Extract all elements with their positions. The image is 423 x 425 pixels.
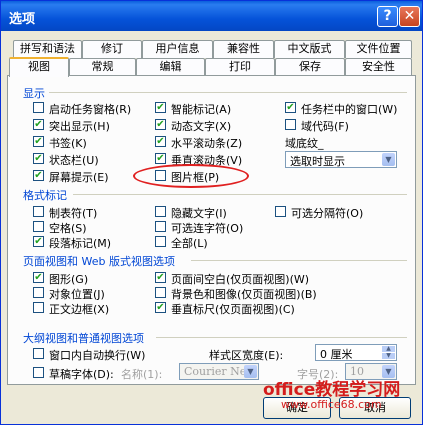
help-icon: ? (383, 8, 392, 24)
outline-view-divider (156, 337, 407, 338)
checkbox[interactable] (275, 206, 286, 217)
checkbox[interactable]: ✔ (155, 272, 166, 283)
page-view-divider (191, 260, 407, 261)
help-button[interactable]: ? (377, 6, 398, 27)
field-shading-value: 选取时显示 (290, 155, 345, 168)
checkbox[interactable]: ✔ (33, 153, 44, 164)
checkbox[interactable] (155, 287, 166, 298)
outline-view-group-title: 大纲视图和普通视图选项 (23, 332, 144, 345)
tab-print[interactable]: 打印 (205, 58, 275, 76)
font-name-label: 名称(1): (121, 368, 163, 381)
display-divider (49, 92, 407, 93)
checkbox[interactable] (155, 236, 166, 247)
tab-security[interactable]: 安全性 (345, 58, 412, 76)
checkbox[interactable] (33, 206, 44, 217)
checkbox[interactable] (33, 102, 44, 113)
spin-down-icon[interactable]: ▼ (382, 353, 395, 359)
checkbox[interactable]: ✔ (155, 136, 166, 147)
field-shading-select[interactable]: 选取时显示 ▼ (285, 151, 397, 168)
tab-save[interactable]: 保存 (275, 58, 345, 76)
checkbox[interactable] (155, 170, 166, 181)
options-dialog: 选项 ? ✕ 拼写和语法 修订 用户信息 兼容性 中文版式 文件位置 视图 常规… (0, 0, 423, 425)
checkbox[interactable]: ✔ (33, 119, 44, 130)
title-bar[interactable]: 选项 ? ✕ (1, 1, 422, 31)
style-area-width-value: 0 厘米 (320, 348, 353, 361)
checkbox[interactable]: ✔ (33, 170, 44, 181)
watermark-url: www.office68.com (281, 398, 382, 411)
chevron-down-icon: ▼ (382, 153, 395, 166)
checkbox[interactable] (33, 287, 44, 298)
draft-font-name-select[interactable]: Courier New ▼ (179, 363, 259, 380)
dialog-title: 选项 (9, 12, 36, 27)
chevron-down-icon: ▼ (244, 365, 257, 378)
tab-track-changes[interactable]: 修订 (82, 40, 142, 58)
checkbox[interactable]: ✔ (33, 136, 44, 147)
checkbox[interactable] (33, 221, 44, 232)
style-area-width-spinner[interactable]: 0 厘米 ▲ ▼ (315, 344, 397, 361)
format-marks-divider (73, 194, 407, 195)
watermark-title: office教程学习网 (263, 380, 401, 400)
checkbox[interactable]: ✔ (155, 119, 166, 130)
checkbox[interactable] (155, 221, 166, 232)
close-icon: ✕ (403, 8, 416, 24)
tab-asian-typography[interactable]: 中文版式 (274, 40, 345, 58)
checkbox[interactable]: ✔ (33, 272, 44, 283)
checkbox[interactable]: ✔ (155, 302, 166, 313)
checkbox[interactable] (33, 367, 44, 378)
page-view-group-title: 页面视图和 Web 版式视图选项 (23, 255, 175, 268)
checkbox[interactable] (155, 206, 166, 217)
checkbox[interactable]: ✔ (285, 102, 296, 113)
tab-general[interactable]: 常规 (69, 58, 136, 76)
format-marks-group-title: 格式标记 (23, 189, 67, 202)
display-group-title: 显示 (23, 87, 45, 100)
checkbox[interactable] (33, 302, 44, 313)
tab-compatibility[interactable]: 兼容性 (213, 40, 274, 58)
checkbox[interactable]: ✔ (155, 102, 166, 113)
field-shading-label: 域底纹_ (285, 137, 324, 150)
checkbox[interactable] (33, 348, 44, 359)
tab-edit[interactable]: 编辑 (136, 58, 205, 76)
tab-file-locations[interactable]: 文件位置 (345, 40, 412, 58)
checkbox[interactable]: ✔ (33, 236, 44, 247)
checkbox[interactable]: ✔ (155, 153, 166, 164)
style-area-width-label: 样式区宽度(E): (209, 349, 284, 362)
checkbox[interactable] (285, 119, 296, 130)
tab-spelling-grammar[interactable]: 拼写和语法 (13, 40, 82, 58)
tab-user-info[interactable]: 用户信息 (142, 40, 213, 58)
tab-view[interactable]: 视图 (9, 57, 69, 77)
close-button[interactable]: ✕ (399, 6, 420, 27)
